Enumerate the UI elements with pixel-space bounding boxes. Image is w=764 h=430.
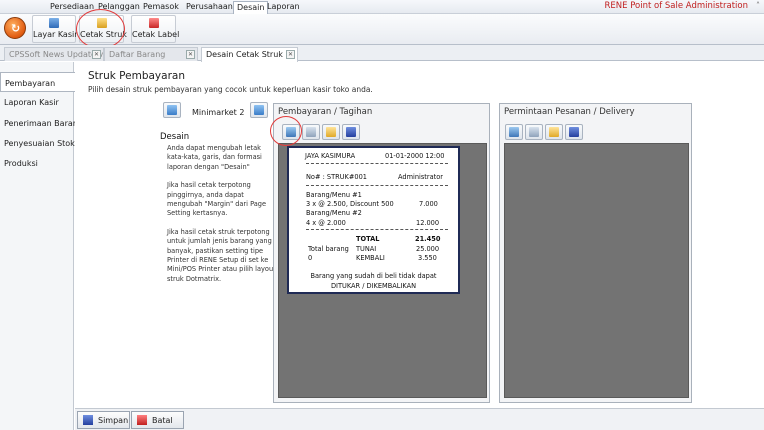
receipt-divider [306, 229, 448, 230]
preview-area-delivery [504, 143, 689, 398]
save-icon [83, 415, 93, 425]
ribbon-minimize-icon[interactable]: ˄ [756, 1, 760, 10]
receipt-item2-name: Barang/Menu #2 [306, 209, 362, 217]
menu-perusahaan[interactable]: Perusahaan [186, 2, 233, 11]
layar-kasir-button[interactable]: Layar Kasir [32, 15, 78, 43]
layar-kasir-label: Layar Kasir [33, 30, 78, 39]
bottom-bar: Simpan Batal [75, 408, 764, 430]
tab-news-update[interactable]: CPSSoft News Update v... ✕ [4, 47, 104, 61]
receipt-item2-detail: 4 x @ 2.000 [306, 219, 346, 227]
tab-desain-cetak-struk[interactable]: Desain Cetak Struk ✕ [201, 47, 298, 62]
next-design-button[interactable] [250, 102, 268, 118]
receipt-divider [306, 185, 448, 186]
panel-delivery-title: Permintaan Pesanan / Delivery [504, 107, 635, 117]
design-edit-button[interactable] [302, 124, 320, 140]
receipt-total-value: 21.450 [415, 235, 441, 243]
sidebar-item-penerimaan-barang[interactable]: Penerimaan Barang [0, 113, 83, 133]
prev-design-button[interactable] [163, 102, 181, 118]
receipt-total-label: TOTAL [356, 235, 380, 243]
receipt-preview: JAYA KASIMURA 01-01-2000 12:00 No# : STR… [287, 146, 460, 294]
app-logo-icon: ↻ [11, 22, 21, 35]
receipt-cashier: Administrator [398, 173, 443, 181]
save-icon [346, 127, 356, 137]
cancel-icon [137, 415, 147, 425]
help-paragraph: Jika hasil cetak terpotong pinggirnya, a… [167, 181, 267, 218]
document-tabs: CPSSoft News Update v... ✕ Daftar Barang… [0, 45, 764, 62]
receipt-tunai-value: 25.000 [416, 245, 440, 253]
tab-news-update-label: CPSSoft News Update v... [9, 50, 104, 59]
receipt-store-name: JAYA KASIMURA [305, 152, 356, 160]
folder-icon [326, 127, 336, 137]
menu-laporan[interactable]: Laporan [267, 2, 300, 11]
receipt-item1-detail: 3 x @ 2.500, Discount 500 [306, 200, 394, 208]
close-icon[interactable]: ✕ [286, 50, 295, 59]
print-preview-button[interactable] [505, 124, 523, 140]
page-subtitle: Pilih desain struk pembayaran yang cocok… [88, 85, 373, 94]
arrow-left-icon [167, 105, 177, 115]
save-button[interactable]: Simpan [77, 411, 130, 429]
sidebar-item-pembayaran[interactable]: Pembayaran [0, 72, 75, 92]
receipt-kembali-label: KEMBALI [356, 254, 385, 262]
save-button-label: Simpan [98, 416, 129, 425]
receipt-number: No# : STRUK#001 [306, 173, 367, 181]
receipt-item2-total: 12.000 [416, 219, 440, 227]
sidebar-item-produksi[interactable]: Produksi [0, 153, 74, 173]
tab-daftar-barang[interactable]: Daftar Barang ✕ [104, 47, 198, 61]
help-paragraph: Anda dapat mengubah letak kata-kata, gar… [167, 144, 262, 171]
edit-icon [306, 127, 316, 137]
app-title: RENE Point of Sale Administration [604, 1, 748, 11]
edit-icon [529, 127, 539, 137]
open-file-button[interactable] [545, 124, 563, 140]
print-icon [509, 127, 519, 137]
close-icon[interactable]: ✕ [186, 50, 195, 59]
panel-pembayaran-title: Pembayaran / Tagihan [278, 107, 373, 117]
tab-daftar-barang-label: Daftar Barang [109, 50, 166, 59]
print-label-icon [148, 18, 159, 28]
cetak-label-label: Cetak Label [132, 30, 180, 39]
save-design-button[interactable] [342, 124, 360, 140]
receipt-tunai-label: TUNAI [356, 245, 377, 253]
sidebar-item-laporan-kasir[interactable]: Laporan Kasir [0, 92, 74, 112]
help-paragraph: Jika hasil cetak struk terpotong untuk j… [167, 227, 276, 283]
save-icon [569, 127, 579, 137]
page-title: Struk Pembayaran [88, 70, 185, 82]
receipt-divider [306, 163, 448, 164]
main-content: Struk Pembayaran Pilih desain struk pemb… [75, 62, 764, 408]
desain-heading: Desain [160, 132, 190, 142]
menu-pemasok[interactable]: Pemasok [143, 2, 179, 11]
cashier-screen-icon [49, 18, 59, 28]
receipt-kembali-value: 3.550 [418, 254, 437, 262]
arrow-right-icon [254, 105, 264, 115]
app-menu-button[interactable]: ↻ [4, 17, 26, 39]
open-file-button[interactable] [322, 124, 340, 140]
cetak-label-button[interactable]: Cetak Label [131, 15, 180, 43]
design-edit-button[interactable] [525, 124, 543, 140]
sidebar: Pembayaran Laporan Kasir Penerimaan Bara… [0, 62, 83, 430]
save-design-button[interactable] [565, 124, 583, 140]
cancel-button[interactable]: Batal [131, 411, 184, 429]
cancel-button-label: Batal [152, 416, 173, 425]
highlight-circle-ribbon [76, 9, 125, 49]
panel-delivery: Permintaan Pesanan / Delivery [499, 103, 692, 403]
desain-help-text: Anda dapat mengubah letak kata-kata, gar… [167, 144, 277, 293]
highlight-circle-print [270, 116, 302, 146]
receipt-total-barang-value: 0 [308, 254, 313, 262]
sidebar-item-penyesuaian-stok[interactable]: Penyesuaian Stok [0, 133, 75, 153]
receipt-datetime: 01-01-2000 12:00 [385, 152, 445, 160]
close-icon[interactable]: ✕ [92, 50, 101, 59]
folder-icon [549, 127, 559, 137]
menu-desain[interactable]: Desain [233, 1, 269, 14]
menu-persediaan[interactable]: Persediaan [50, 2, 94, 11]
receipt-footer: Barang yang sudah di beli tidak dapat DI… [310, 272, 437, 290]
receipt-item1-total: 7.000 [419, 200, 438, 208]
receipt-total-barang-label: Total barang [308, 245, 349, 253]
tab-desain-cetak-struk-label: Desain Cetak Struk [206, 50, 283, 59]
design-name-label: Minimarket 2 [192, 108, 245, 117]
receipt-item1-name: Barang/Menu #1 [306, 191, 362, 199]
